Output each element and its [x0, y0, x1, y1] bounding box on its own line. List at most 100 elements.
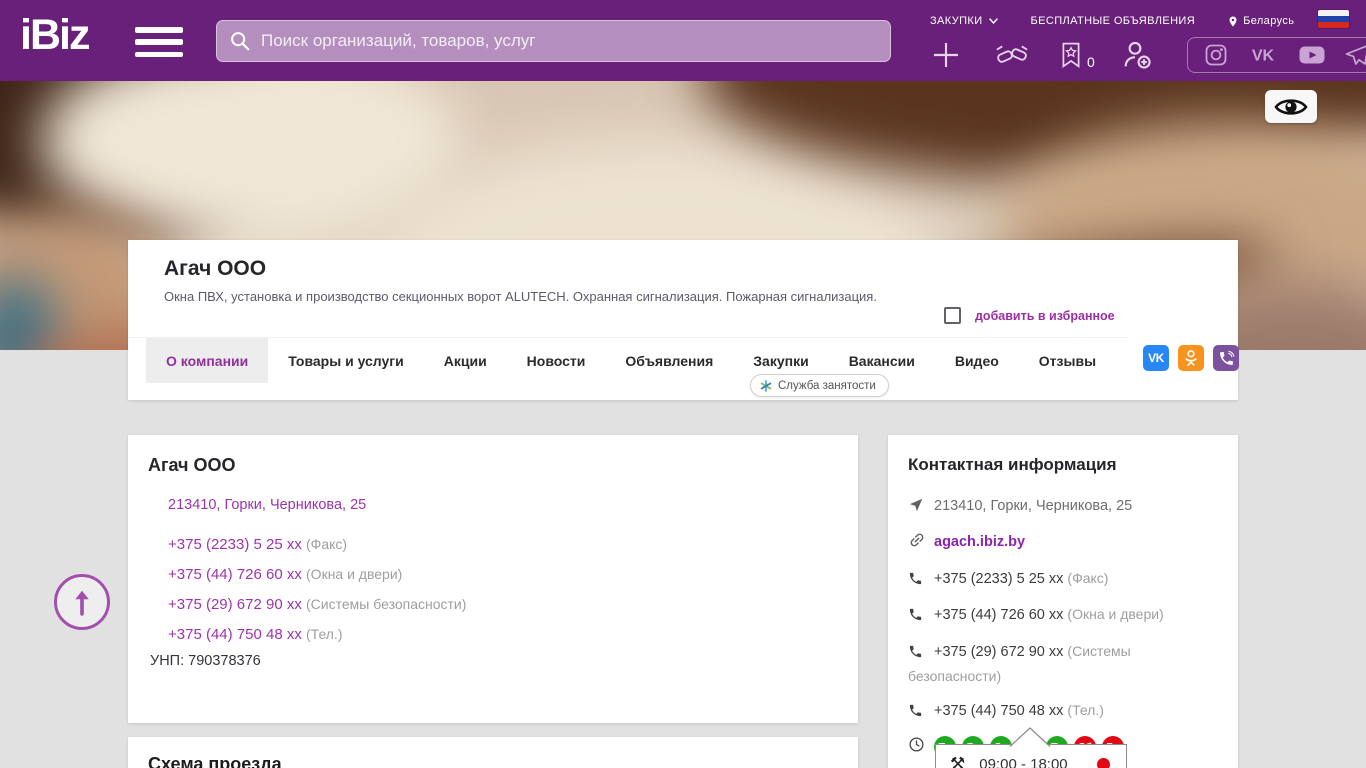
person-add-icon: [1121, 39, 1153, 71]
status-dot: [1097, 758, 1110, 768]
phone-label: (Факс): [1067, 570, 1108, 586]
phone-label: (Окна и двери): [1067, 606, 1163, 622]
favorites-count: 0: [1087, 54, 1095, 70]
odnoklassniki-button[interactable]: [1178, 345, 1204, 371]
accessibility-eye-button[interactable]: [1265, 90, 1317, 123]
map-title: Схема проезда: [148, 754, 282, 768]
working-hours: 09:00 - 18:00: [979, 756, 1067, 768]
search-input[interactable]: [261, 31, 878, 51]
employment-service-label: Служба занятости: [778, 380, 876, 392]
company-website-link[interactable]: agach.ibiz.by: [934, 534, 1025, 550]
tab-reviews[interactable]: Отзывы: [1019, 338, 1116, 383]
contact-website-row: agach.ibiz.by: [908, 531, 1220, 556]
link-icon: [908, 531, 926, 549]
contact-phone-row: +375 (29) 672 90 xx (Системы безопасност…: [908, 641, 1220, 689]
vk-button[interactable]: VK: [1143, 345, 1169, 371]
contact-info-card: Контактная информация 213410, Горки, Чер…: [888, 435, 1238, 768]
login-button[interactable]: [1121, 39, 1153, 71]
company-social-links: VK: [1143, 345, 1239, 371]
nav-free-ads[interactable]: БЕСПЛАТНЫЕ ОБЪЯВЛЕНИЯ: [1031, 15, 1196, 27]
handshake-icon: [994, 41, 1030, 69]
nav-procurement[interactable]: ЗАКУПКИ: [930, 15, 999, 27]
company-address-link[interactable]: 213410, Горки, Черникова, 25: [168, 497, 818, 513]
working-hours-tooltip: ⚒ 09:00 - 18:00: [935, 744, 1127, 768]
vk-icon: VK: [1148, 351, 1164, 365]
phone-label: (Тел.): [1067, 702, 1103, 718]
phone-number[interactable]: +375 (29) 672 90 xx: [934, 644, 1063, 660]
phone-label: (Тел.): [306, 626, 342, 642]
scroll-to-top-button[interactable]: [54, 574, 110, 630]
contact-address-row: 213410, Горки, Черникова, 25: [908, 495, 1220, 520]
instagram-icon[interactable]: [1204, 43, 1228, 67]
location-pin-icon: [1227, 14, 1239, 29]
menu-icon[interactable]: [135, 27, 183, 57]
contact-phone-row: +375 (44) 750 48 xx (Тел.): [908, 700, 1220, 725]
employment-service-badge[interactable]: Служба занятости: [750, 374, 889, 397]
company-tabs: О компании Товары и услуги Акции Новости…: [128, 337, 1128, 383]
viber-icon: [1218, 350, 1235, 367]
phone-icon: [908, 703, 923, 718]
phone-icon: [908, 571, 923, 586]
tab-products[interactable]: Товары и услуги: [268, 338, 423, 383]
chevron-down-icon: [988, 17, 999, 25]
contact-address: 213410, Горки, Черникова, 25: [934, 498, 1132, 514]
vk-icon[interactable]: VK: [1246, 44, 1280, 66]
phone-row: +375 (44) 750 48 xx (Тел.): [168, 626, 818, 643]
phone-number[interactable]: +375 (2233) 5 25 xx: [168, 536, 302, 553]
tab-promos[interactable]: Акции: [424, 338, 507, 383]
phone-number[interactable]: +375 (29) 672 90 xx: [168, 596, 302, 613]
page: iBiz ЗАКУПКИ БЕСПЛАТНЫЕ ОБЪЯВЛЕНИЯ: [0, 0, 1366, 768]
search-bar: [216, 20, 891, 62]
header-icon-row: 0: [930, 36, 1350, 74]
phone-row: +375 (29) 672 90 xx (Системы безопасност…: [168, 596, 818, 613]
site-logo[interactable]: iBiz: [20, 14, 88, 57]
company-description: Окна ПВХ, установка и производство секци…: [164, 289, 924, 304]
map-card: Схема проезда: [128, 737, 858, 768]
favorite-checkbox[interactable]: [944, 307, 961, 324]
phone-label: (Факс): [306, 536, 347, 552]
phone-label: (Системы безопасности): [306, 596, 466, 612]
tab-about[interactable]: О компании: [146, 338, 268, 383]
favorite-label: добавить в избранное: [975, 309, 1115, 323]
company-unp: УНП: 790378376: [150, 653, 261, 669]
svg-text:VK: VK: [1252, 48, 1275, 65]
eye-icon: [1274, 96, 1308, 118]
contact-phone-row: +375 (44) 726 60 xx (Окна и двери): [908, 604, 1220, 629]
phone-number[interactable]: +375 (44) 750 48 xx: [934, 703, 1063, 719]
tab-news[interactable]: Новости: [507, 338, 606, 383]
language-flag-ru[interactable]: [1318, 10, 1349, 28]
phone-row: +375 (44) 726 60 xx (Окна и двери): [168, 566, 818, 583]
about-title: Агач ООО: [148, 455, 236, 476]
phone-icon: [908, 607, 923, 622]
company-name: Агач ООО: [164, 257, 266, 281]
navigation-arrow-icon: [908, 497, 924, 513]
phone-number[interactable]: +375 (44) 726 60 xx: [168, 566, 302, 583]
search-icon: [229, 30, 251, 52]
phone-number[interactable]: +375 (2233) 5 25 xx: [934, 571, 1063, 587]
tools-icon: ⚒: [950, 754, 965, 768]
phone-number[interactable]: +375 (44) 750 48 xx: [168, 626, 302, 643]
tooltip-pointer: [1005, 726, 1055, 747]
header-social-links: VK: [1187, 37, 1366, 73]
tab-ads[interactable]: Объявления: [605, 338, 733, 383]
phone-icon: [908, 644, 923, 659]
bookmark-star-icon: [1058, 40, 1084, 70]
phone-row: +375 (2233) 5 25 xx (Факс): [168, 536, 818, 553]
odnoklassniki-icon: [1181, 347, 1201, 369]
favorites-button[interactable]: 0: [1058, 40, 1095, 70]
viber-button[interactable]: [1213, 345, 1239, 371]
youtube-icon[interactable]: [1298, 44, 1326, 66]
contact-info-title: Контактная информация: [908, 455, 1117, 475]
add-company-button[interactable]: [930, 39, 962, 71]
tab-video[interactable]: Видео: [935, 338, 1019, 383]
plus-icon: [930, 39, 962, 71]
contact-phone-row: +375 (2233) 5 25 xx (Факс): [908, 568, 1220, 593]
partners-button[interactable]: [994, 41, 1030, 69]
nav-region[interactable]: Беларусь: [1227, 14, 1294, 29]
about-card: Агач ООО 213410, Горки, Черникова, 25 +3…: [128, 435, 858, 723]
add-to-favorites[interactable]: добавить в избранное: [944, 307, 1115, 324]
clock-icon: [908, 736, 925, 753]
telegram-icon[interactable]: [1344, 43, 1366, 67]
top-header: iBiz ЗАКУПКИ БЕСПЛАТНЫЕ ОБЪЯВЛЕНИЯ: [0, 0, 1366, 81]
phone-number[interactable]: +375 (44) 726 60 xx: [934, 607, 1063, 623]
